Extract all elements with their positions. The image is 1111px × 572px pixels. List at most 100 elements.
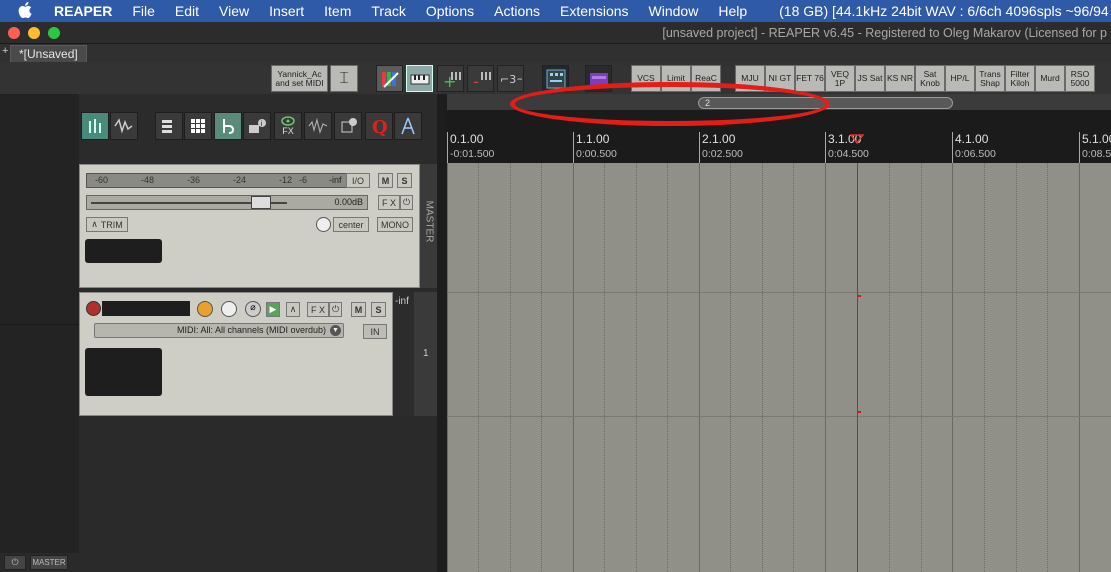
ks-nr-plugin-button[interactable]: KS NR	[885, 65, 915, 92]
veq1p-plugin-button[interactable]: VEQ 1P	[825, 65, 855, 92]
track-fx-slot[interactable]	[85, 348, 162, 396]
midi-insert-green-icon[interactable]: +	[437, 65, 464, 92]
tcp-splitter[interactable]	[437, 94, 447, 572]
arrange-view[interactable]	[447, 163, 1111, 572]
record-arm-button[interactable]	[86, 301, 101, 316]
master-track-panel: -60 -48 -36 -24 -12 -6 -inf I/O M S 0.00…	[79, 164, 420, 288]
track-list-empty-area[interactable]	[79, 417, 447, 572]
bar-line	[825, 163, 826, 572]
window-title: [unsaved project] - REAPER v6.45 - Regis…	[662, 26, 1107, 40]
waveform-icon[interactable]	[110, 112, 138, 140]
master-side-tab: MASTER	[420, 164, 437, 288]
envelope-icon: ∧	[91, 219, 98, 229]
apple-icon[interactable]	[18, 1, 38, 21]
track-solo-button[interactable]: S	[371, 302, 386, 317]
rso5000-plugin-button[interactable]: RSO 5000	[1065, 65, 1095, 92]
menu-insert[interactable]: Insert	[269, 3, 304, 19]
master-fx-bypass-icon[interactable]: ⏻	[400, 195, 413, 210]
master-pan-knob[interactable]	[316, 217, 331, 232]
zoom-window-button[interactable]	[48, 27, 60, 39]
midi-remove-red-icon[interactable]: -	[467, 65, 494, 92]
master-trim-button[interactable]: ∧ TRIM	[86, 217, 128, 232]
track-number[interactable]: 1	[414, 292, 437, 416]
track-mute-button[interactable]: M	[351, 302, 366, 317]
fader-handle[interactable]	[251, 196, 271, 209]
master-pan-readout[interactable]: center	[333, 217, 369, 232]
menu-help[interactable]: Help	[718, 3, 747, 19]
menu-edit[interactable]: Edit	[175, 3, 199, 19]
track-separator	[447, 292, 1111, 293]
track-input-select[interactable]: MIDI: All: All channels (MIDI overdub) ▼	[94, 323, 344, 338]
triplet-icon[interactable]: ⌐3¬	[497, 65, 524, 92]
audio-status-text[interactable]: (18 GB) [44.1kHz 24bit WAV : 6/6ch 4096s…	[779, 3, 1109, 19]
project-tab-unsaved[interactable]: *[Unsaved]	[10, 45, 87, 62]
track-pan-knob[interactable]	[221, 301, 237, 317]
chip-info-icon[interactable]	[334, 112, 362, 140]
menu-track[interactable]: Track	[371, 3, 405, 19]
trans-shap-plugin-button[interactable]: Trans Shap	[975, 65, 1005, 92]
master-mute-button[interactable]: M	[378, 173, 393, 188]
menu-app-name[interactable]: REAPER	[54, 3, 112, 19]
minimize-window-button[interactable]	[28, 27, 40, 39]
track-manager-icon[interactable]	[155, 112, 183, 140]
menu-item[interactable]: Item	[324, 3, 351, 19]
master-fx-slot[interactable]	[85, 239, 162, 263]
svg-text:-: -	[473, 72, 479, 89]
track-1-panel: ⌀ ▶ ∧ F X ⏻ M S MIDI: All: All channels …	[79, 292, 393, 416]
color-tracks-icon[interactable]	[376, 65, 403, 92]
track-fx-button[interactable]: F X	[307, 302, 329, 317]
track-name-field[interactable]	[102, 301, 190, 316]
beat-line	[730, 163, 731, 572]
fet76-plugin-button[interactable]: FET 76	[795, 65, 825, 92]
master-fx-button[interactable]: F X	[378, 195, 400, 210]
menu-view[interactable]: View	[219, 3, 249, 19]
menu-window[interactable]: Window	[649, 3, 699, 19]
master-solo-button[interactable]: S	[397, 173, 412, 188]
murd-plugin-button[interactable]: Murd	[1035, 65, 1065, 92]
new-tab-button[interactable]: +	[2, 45, 8, 57]
menu-actions[interactable]: Actions	[494, 3, 540, 19]
master-mono-button[interactable]: MONO	[377, 217, 413, 232]
midi-keyboard-icon[interactable]	[406, 65, 433, 92]
close-window-button[interactable]	[8, 27, 20, 39]
beat-line	[1016, 163, 1017, 572]
text-cursor-icon[interactable]: ⌶	[330, 65, 358, 92]
bar-label: 4.1.00	[955, 132, 989, 146]
menu-extensions[interactable]: Extensions	[560, 3, 628, 19]
svg-text:+: +	[443, 72, 456, 89]
annotation-ellipse	[510, 82, 830, 126]
ruler-tick	[1079, 132, 1080, 163]
ruler-tick	[573, 132, 574, 163]
tower-icon[interactable]	[394, 112, 422, 140]
filter-kiloh-plugin-button[interactable]: Filter Kiloh	[1005, 65, 1035, 92]
dock-divider	[0, 324, 79, 325]
play-icon[interactable]: ▶	[266, 302, 280, 317]
yannick-script-button[interactable]: Yannick_Ac and set MIDI	[271, 65, 328, 92]
bar-label: 1.1.00	[576, 132, 610, 146]
bar-label: 5.1.00	[1082, 132, 1111, 146]
power-icon[interactable]: ⏻	[4, 555, 26, 570]
hpl-plugin-button[interactable]: HP/L	[945, 65, 975, 92]
edit-cursor[interactable]	[857, 163, 858, 572]
phase-icon[interactable]: ⌀	[245, 301, 261, 317]
grid-icon[interactable]	[184, 112, 212, 140]
master-toggle-button[interactable]: MASTER	[30, 555, 68, 570]
envelope-icon[interactable]: ∧	[286, 302, 300, 317]
menu-options[interactable]: Options	[426, 3, 474, 19]
input-monitor-button[interactable]: IN	[363, 324, 387, 339]
track-fx-bypass-icon[interactable]: ⏻	[329, 302, 342, 317]
mixer-icon[interactable]	[81, 112, 109, 140]
menu-file[interactable]: File	[132, 3, 155, 19]
spectrum-icon[interactable]	[304, 112, 332, 140]
js-sat-plugin-button[interactable]: JS Sat	[855, 65, 885, 92]
fx-browser-icon[interactable]: FX	[274, 112, 302, 140]
q-plugin-icon[interactable]: Q	[365, 112, 393, 140]
master-volume-fader[interactable]: 0.00dB	[86, 195, 368, 210]
track-volume-knob[interactable]	[197, 301, 213, 317]
loop-bracket-icon[interactable]	[214, 112, 242, 140]
track-tools-row: i FX Q	[79, 94, 447, 164]
playhead-marker-icon[interactable]	[850, 134, 864, 144]
video-info-icon[interactable]: i	[243, 112, 271, 140]
sat-knob-plugin-button[interactable]: Sat Knob	[915, 65, 945, 92]
master-io-button[interactable]: I/O	[346, 173, 370, 188]
